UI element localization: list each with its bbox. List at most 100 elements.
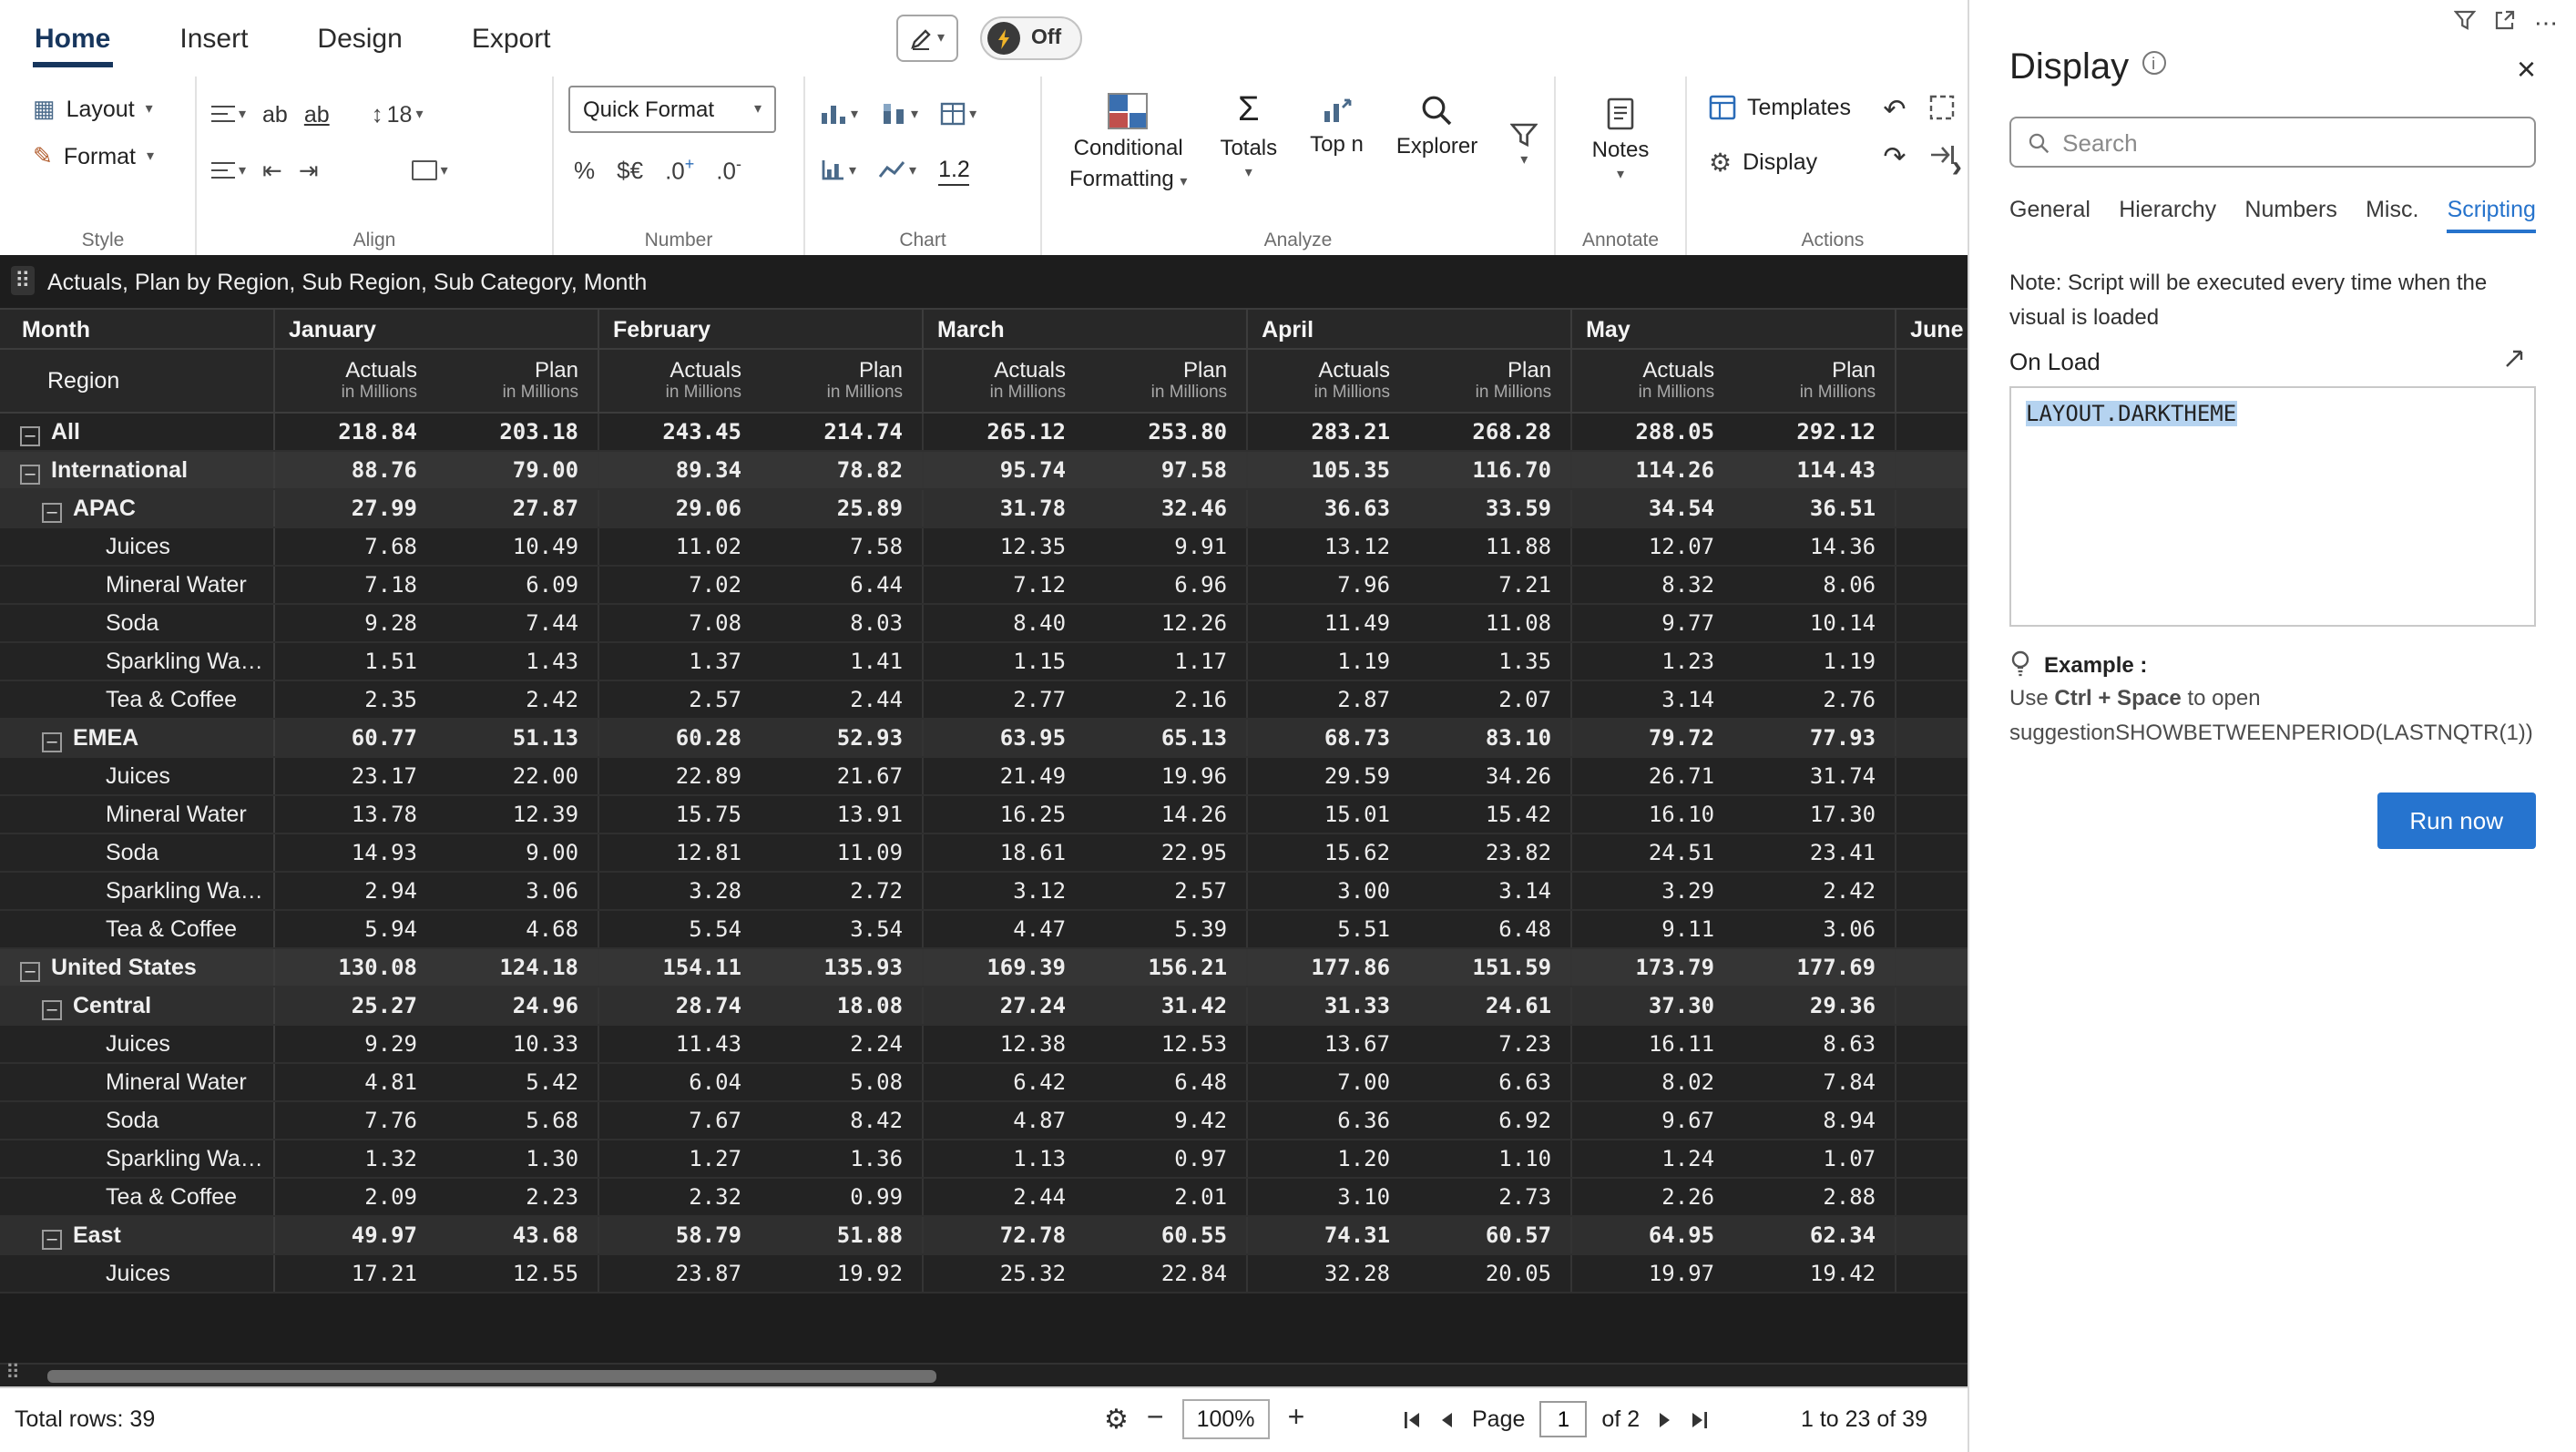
value-cell[interactable]: 37.30 xyxy=(1570,987,1733,1025)
value-cell[interactable]: 3.29 xyxy=(1570,872,1733,910)
value-cell[interactable]: 1.27 xyxy=(598,1140,760,1178)
value-cell[interactable]: 15.42 xyxy=(1408,795,1570,833)
chart-axis-button[interactable]: ▾ xyxy=(820,158,856,182)
value-cell[interactable]: 2.57 xyxy=(598,680,760,719)
collapse-toggle-icon[interactable]: – xyxy=(42,731,62,752)
value-cell[interactable]: 7.96 xyxy=(1246,566,1408,604)
value-cell[interactable]: 17.21 xyxy=(273,1254,435,1293)
value-cell[interactable]: 63.95 xyxy=(922,719,1084,757)
value-cell[interactable]: 2.16 xyxy=(1084,680,1246,719)
value-cell[interactable]: 1.23 xyxy=(1570,642,1733,680)
value-cell[interactable]: 11.09 xyxy=(760,833,922,872)
value-cell[interactable]: 2.32 xyxy=(598,1178,760,1216)
value-cell[interactable]: 72.78 xyxy=(922,1216,1084,1254)
value-cell[interactable]: 5.08 xyxy=(760,1063,922,1101)
value-cell[interactable]: 2.26 xyxy=(1570,1178,1733,1216)
next-page-button[interactable] xyxy=(1654,1409,1674,1429)
value-cell[interactable]: 49.97 xyxy=(273,1216,435,1254)
measure-header[interactable]: Actualsin Millions xyxy=(1246,349,1408,413)
increase-decimal-button[interactable]: .0+ xyxy=(665,155,694,185)
value-cell[interactable]: 19.42 xyxy=(1733,1254,1895,1293)
collapse-toggle-icon[interactable]: – xyxy=(20,961,40,981)
value-cell[interactable]: 15.62 xyxy=(1246,833,1408,872)
value-cell[interactable]: 4.87 xyxy=(922,1101,1084,1140)
row-label-cell[interactable]: Juices xyxy=(0,757,273,795)
chart-layout-button[interactable]: ▾ xyxy=(940,102,976,126)
row-label-cell[interactable]: Juices xyxy=(0,1254,273,1293)
value-cell[interactable]: 3.06 xyxy=(1733,910,1895,948)
value-cell[interactable]: 25.89 xyxy=(760,489,922,527)
value-cell[interactable]: 14.93 xyxy=(273,833,435,872)
value-cell[interactable]: 3.14 xyxy=(1408,872,1570,910)
value-cell[interactable]: 11.88 xyxy=(1408,527,1570,566)
value-cell[interactable]: 32.28 xyxy=(1246,1254,1408,1293)
value-cell[interactable]: 10.33 xyxy=(435,1025,598,1063)
value-cell[interactable]: 7.84 xyxy=(1733,1063,1895,1101)
ribbon-expand-chevron[interactable]: › xyxy=(1952,149,1962,186)
value-cell[interactable]: 27.87 xyxy=(435,489,598,527)
row-label-cell[interactable]: Juices xyxy=(0,527,273,566)
value-cell[interactable]: 253.80 xyxy=(1084,413,1246,451)
value-cell[interactable]: 6.48 xyxy=(1408,910,1570,948)
redo-button[interactable]: ↷ xyxy=(1876,140,1913,180)
top-n-button[interactable]: Top n xyxy=(1297,86,1376,158)
value-cell[interactable]: 21.67 xyxy=(760,757,922,795)
value-cell[interactable]: 6.63 xyxy=(1408,1063,1570,1101)
measure-header[interactable]: Actualsin Millions xyxy=(598,349,760,413)
row-label-cell[interactable]: Tea & Coffee xyxy=(0,910,273,948)
scroll-handle-icon[interactable]: ⠿ xyxy=(5,1361,20,1385)
wrap-text-button[interactable]: ab xyxy=(262,101,288,127)
row-label-cell[interactable]: Sparkling Wa… xyxy=(0,872,273,910)
value-cell[interactable]: 89.34 xyxy=(598,451,760,489)
value-cell[interactable]: 8.94 xyxy=(1733,1101,1895,1140)
value-cell[interactable]: 16.11 xyxy=(1570,1025,1733,1063)
month-header[interactable]: March xyxy=(922,309,1246,349)
value-cell[interactable]: 11.02 xyxy=(598,527,760,566)
row-label-cell[interactable]: –United States xyxy=(0,948,273,987)
value-cell[interactable]: 7.58 xyxy=(760,527,922,566)
value-cell[interactable]: 5.42 xyxy=(435,1063,598,1101)
ribbon-tab-design[interactable]: Design xyxy=(315,15,404,61)
value-cell[interactable]: 11.43 xyxy=(598,1025,760,1063)
popout-frame-button[interactable] xyxy=(1927,93,1964,133)
value-cell[interactable]: 88.76 xyxy=(273,451,435,489)
value-cell[interactable]: 7.44 xyxy=(435,604,598,642)
layout-button[interactable]: ▦ Layout ▾ xyxy=(26,86,160,133)
percent-format-button[interactable]: % xyxy=(574,158,595,185)
value-cell[interactable]: 23.17 xyxy=(273,757,435,795)
value-cell[interactable]: 36.51 xyxy=(1733,489,1895,527)
chart-stack-button[interactable]: ▾ xyxy=(880,102,918,126)
value-cell[interactable]: 14.26 xyxy=(1084,795,1246,833)
row-label-cell[interactable]: Mineral Water xyxy=(0,566,273,604)
value-cell[interactable]: 16.10 xyxy=(1570,795,1733,833)
value-cell[interactable]: 151.59 xyxy=(1408,948,1570,987)
value-cell[interactable]: 173.79 xyxy=(1570,948,1733,987)
value-cell[interactable]: 31.42 xyxy=(1084,987,1246,1025)
value-cell[interactable]: 27.99 xyxy=(273,489,435,527)
value-cell[interactable]: 68.73 xyxy=(1246,719,1408,757)
value-cell[interactable]: 2.77 xyxy=(922,680,1084,719)
chart-line-button[interactable]: ▾ xyxy=(878,158,916,182)
horizontal-scrollbar[interactable]: ⠿ xyxy=(0,1363,1968,1386)
value-cell[interactable]: 4.47 xyxy=(922,910,1084,948)
value-cell[interactable]: 2.76 xyxy=(1733,680,1895,719)
value-cell[interactable]: 1.10 xyxy=(1408,1140,1570,1178)
row-label-cell[interactable]: –All xyxy=(0,413,273,451)
value-cell[interactable]: 6.92 xyxy=(1408,1101,1570,1140)
value-cell[interactable]: 12.53 xyxy=(1084,1025,1246,1063)
value-cell[interactable]: 9.11 xyxy=(1570,910,1733,948)
value-cell[interactable]: 11.08 xyxy=(1408,604,1570,642)
value-cell[interactable]: 24.51 xyxy=(1570,833,1733,872)
row-label-cell[interactable]: Mineral Water xyxy=(0,1063,273,1101)
value-cell[interactable]: 79.72 xyxy=(1570,719,1733,757)
value-cell[interactable]: 60.77 xyxy=(273,719,435,757)
value-cell[interactable]: 16.25 xyxy=(922,795,1084,833)
value-cell[interactable]: 79.00 xyxy=(435,451,598,489)
explorer-button[interactable]: Explorer xyxy=(1384,86,1490,159)
value-cell[interactable]: 10.49 xyxy=(435,527,598,566)
value-cell[interactable]: 7.18 xyxy=(273,566,435,604)
close-icon[interactable]: × xyxy=(2517,52,2536,85)
value-cell[interactable]: 11.49 xyxy=(1246,604,1408,642)
ribbon-tab-export[interactable]: Export xyxy=(470,15,553,61)
measure-header[interactable]: Planin Millions xyxy=(435,349,598,413)
